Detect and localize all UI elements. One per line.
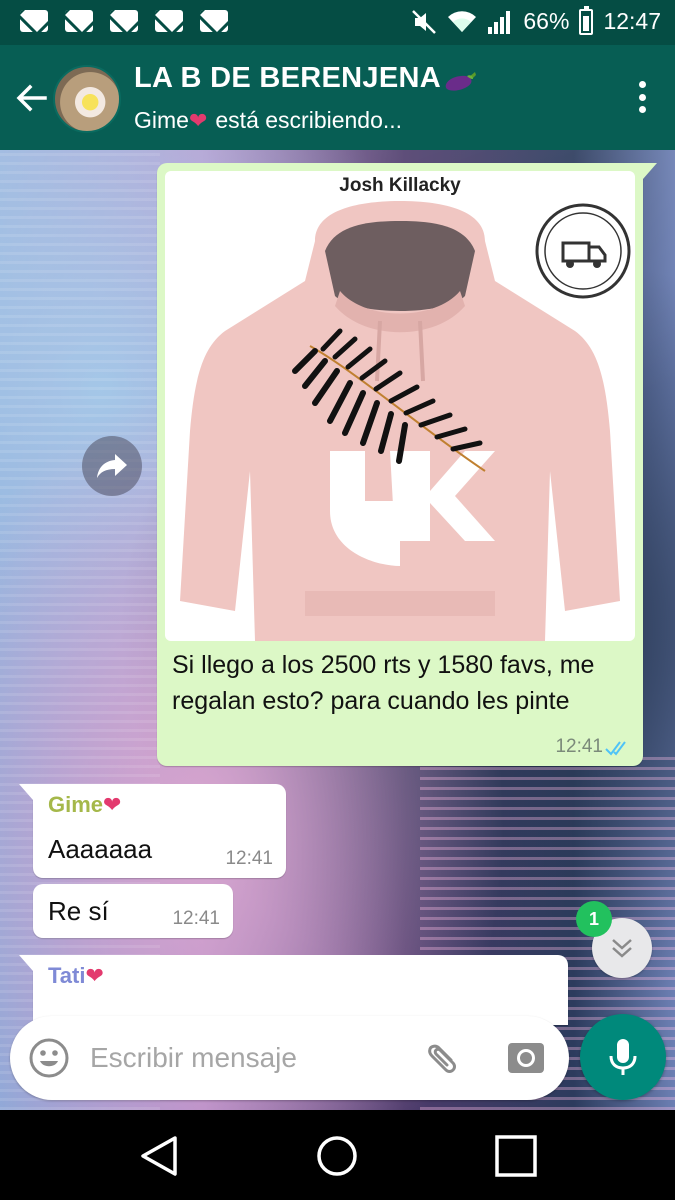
camera-icon: [508, 1043, 544, 1073]
sparkling-heart-icon: ❤: [188, 108, 208, 133]
hoodie-illustration: [180, 201, 631, 641]
menu-dot: [638, 93, 646, 101]
message-composer: [10, 1016, 569, 1100]
message-time: 12:41: [225, 848, 273, 869]
incoming-message[interactable]: Gime❤ Aaaaaaa 12:41: [19, 784, 286, 878]
message-text: Re sí: [48, 896, 109, 926]
nav-home-button[interactable]: [315, 1134, 359, 1178]
system-navigation-bar: [0, 1110, 675, 1200]
mail-icon: [65, 10, 93, 32]
message-text: Si llego a los 2500 rts y 1580 favs, me …: [172, 651, 595, 715]
menu-dot: [638, 106, 646, 113]
sender-name: Gime❤: [48, 792, 121, 818]
back-button[interactable]: [12, 79, 50, 117]
message-text: Aaaaaaa: [48, 834, 153, 864]
hoodie-image[interactable]: Josh Killacky: [165, 171, 635, 641]
image-caption: Josh Killacky: [339, 175, 461, 196]
sender-name-text: Tati: [48, 963, 86, 988]
message-input[interactable]: [90, 1034, 410, 1082]
square-recents-icon: [495, 1135, 537, 1177]
paperclip-icon: [428, 1044, 456, 1073]
signal-icon: [487, 9, 513, 35]
nav-back-button[interactable]: [137, 1134, 181, 1178]
mute-icon: [411, 9, 437, 35]
mail-icon: [155, 10, 183, 32]
sparkling-heart-icon: ❤: [85, 963, 104, 988]
attach-button[interactable]: [424, 1038, 464, 1078]
battery-percentage: 66%: [523, 8, 570, 34]
status-bar: 66% 12:47: [0, 0, 675, 45]
mail-icon: [20, 10, 48, 32]
wifi-icon: [447, 10, 477, 34]
circle-home-icon: [317, 1136, 357, 1176]
chat-title-text: LA B DE BERENJENA: [134, 62, 441, 94]
sparkling-heart-icon: ❤: [103, 792, 122, 817]
typing-user-name: Gime: [134, 107, 189, 133]
arrow-left-icon: [16, 84, 47, 112]
notification-icons: [20, 10, 228, 32]
outgoing-image-message[interactable]: Josh Killacky Si llego a los 2500 rts y …: [157, 163, 657, 766]
share-arrow-icon: [97, 454, 127, 478]
group-avatar[interactable]: [53, 65, 121, 133]
unread-count-badge: 1: [576, 901, 612, 937]
battery-icon: [579, 5, 594, 35]
typing-status: Gime❤ está escribiendo...: [134, 107, 402, 134]
emoji-button[interactable]: [28, 1037, 70, 1079]
eggplant-icon: [443, 68, 477, 91]
clock: 12:47: [603, 8, 661, 34]
smiley-icon: [29, 1038, 69, 1078]
nav-recents-button[interactable]: [494, 1134, 538, 1178]
chat-area[interactable]: Josh Killacky Si llego a los 2500 rts y …: [0, 150, 675, 1110]
microphone-icon: [609, 1039, 637, 1075]
chat-title[interactable]: LA B DE BERENJENA: [134, 62, 477, 95]
read-ticks-icon: [605, 741, 626, 756]
double-chevron-down-icon: [612, 939, 632, 958]
status-indicators: 66% 12:47: [411, 5, 661, 35]
triangle-back-icon: [141, 1136, 177, 1176]
voice-message-button[interactable]: [580, 1014, 666, 1100]
incoming-message[interactable]: Re sí 12:41: [33, 884, 233, 938]
incoming-message[interactable]: Tati❤: [19, 955, 568, 1025]
overflow-menu-button[interactable]: [637, 81, 647, 113]
chat-header: LA B DE BERENJENA Gime❤ está escribiendo.…: [0, 45, 675, 150]
forward-button[interactable]: [82, 436, 142, 496]
sender-name-text: Gime: [48, 792, 104, 817]
message-time: 12:41: [172, 908, 220, 929]
typing-status-text: está escribiendo...: [215, 107, 403, 133]
message-time: 12:41: [555, 736, 603, 757]
camera-button[interactable]: [506, 1038, 546, 1078]
menu-dot: [638, 81, 646, 88]
mail-icon: [110, 10, 138, 32]
sender-name: Tati❤: [48, 963, 104, 989]
mail-icon: [200, 10, 228, 32]
